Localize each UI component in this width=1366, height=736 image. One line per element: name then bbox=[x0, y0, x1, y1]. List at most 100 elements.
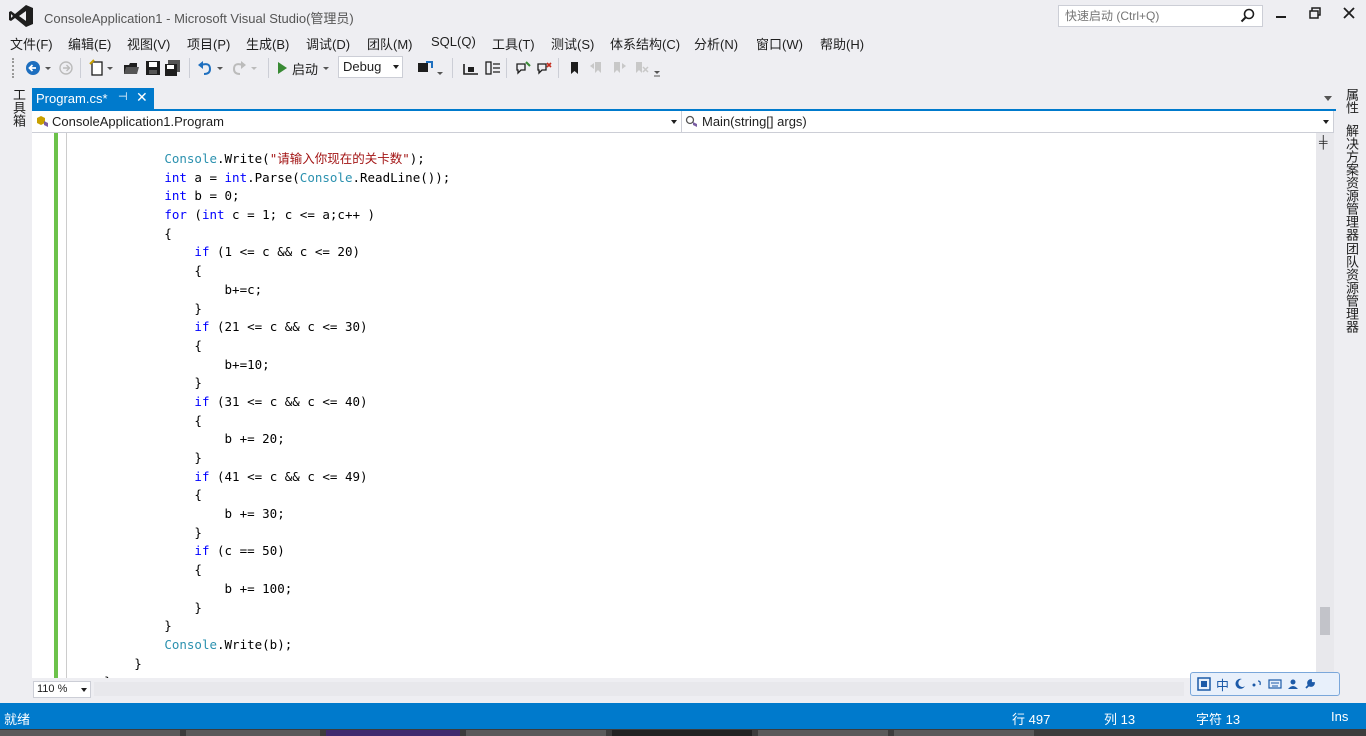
chevron-down-icon[interactable] bbox=[436, 58, 444, 78]
toolbar-overflow-icon[interactable] bbox=[652, 58, 662, 78]
zoom-select[interactable]: 110 % bbox=[33, 681, 91, 698]
code-line[interactable]: for (int c = 1; c <= a;c++ ) bbox=[74, 206, 450, 225]
code-line[interactable]: } bbox=[74, 599, 450, 618]
code-line[interactable]: } bbox=[74, 449, 450, 468]
taskbar-item[interactable] bbox=[758, 730, 888, 736]
code-line[interactable]: } bbox=[74, 617, 450, 636]
code-line[interactable]: if (c == 50) bbox=[74, 542, 450, 561]
menu-help[interactable]: 帮助(H) bbox=[820, 34, 864, 53]
quick-launch[interactable] bbox=[1058, 5, 1263, 27]
tab-label: Program.cs* bbox=[36, 91, 108, 106]
visual-studio-logo-icon bbox=[9, 5, 33, 27]
vertical-scrollbar[interactable]: ╪ bbox=[1316, 133, 1334, 678]
outlining-margin[interactable] bbox=[66, 133, 67, 678]
previous-bookmark-icon[interactable] bbox=[588, 58, 606, 78]
code-line[interactable]: if (1 <= c && c <= 20) bbox=[74, 243, 450, 262]
tab-program-cs[interactable]: Program.cs* ⊣ ✕ bbox=[32, 88, 154, 109]
code-line[interactable]: } bbox=[74, 655, 450, 674]
ime-toolbar[interactable]: 中 bbox=[1190, 672, 1340, 696]
restore-button[interactable] bbox=[1302, 6, 1328, 26]
code-editor[interactable]: Console.Write("请输入你现在的关卡数"); int a = int… bbox=[32, 133, 1316, 678]
find-in-files-icon[interactable] bbox=[462, 58, 480, 78]
bookmark-icon[interactable] bbox=[566, 58, 584, 78]
chevron-down-icon[interactable] bbox=[1324, 96, 1332, 101]
debug-toolbar-tail bbox=[0, 54, 1366, 82]
code-line[interactable]: b+=c; bbox=[74, 281, 450, 300]
taskbar-item[interactable] bbox=[894, 730, 1034, 736]
close-window-button[interactable] bbox=[1336, 6, 1362, 26]
keyboard-icon[interactable] bbox=[1268, 678, 1282, 690]
user-icon[interactable] bbox=[1287, 678, 1299, 690]
menu-project[interactable]: 项目(P) bbox=[187, 34, 230, 53]
code-line[interactable]: { bbox=[74, 262, 450, 281]
wrench-icon[interactable] bbox=[1304, 678, 1316, 690]
ime-logo-icon[interactable] bbox=[1197, 677, 1211, 691]
code-line[interactable]: Console.Write(b); bbox=[74, 636, 450, 655]
solution-explorer-tab[interactable]: 解决方案资源管理器 bbox=[1342, 124, 1361, 241]
taskbar-item[interactable] bbox=[612, 730, 752, 736]
code-line[interactable]: } bbox=[74, 300, 450, 319]
menu-sql[interactable]: SQL(Q) bbox=[431, 34, 476, 49]
toolbox-tab[interactable]: 工具箱 bbox=[9, 88, 28, 127]
code-line[interactable]: } bbox=[74, 524, 450, 543]
close-icon[interactable]: ✕ bbox=[136, 89, 148, 106]
change-tracking-margin bbox=[54, 133, 58, 678]
menu-test[interactable]: 测试(S) bbox=[551, 34, 594, 53]
code-line[interactable]: { bbox=[74, 486, 450, 505]
menu-view[interactable]: 视图(V) bbox=[127, 34, 170, 53]
menu-edit[interactable]: 编辑(E) bbox=[68, 34, 111, 53]
code-line[interactable]: } bbox=[74, 374, 450, 393]
menu-analyze[interactable]: 分析(N) bbox=[694, 34, 738, 53]
comment-icon[interactable] bbox=[514, 58, 532, 78]
code-line[interactable]: { bbox=[74, 225, 450, 244]
menu-window[interactable]: 窗口(W) bbox=[756, 34, 803, 53]
punctuation-icon[interactable] bbox=[1251, 678, 1263, 690]
code-line[interactable]: b += 20; bbox=[74, 430, 450, 449]
members-dropdown[interactable]: Main(string[] args) bbox=[682, 111, 1334, 132]
next-bookmark-icon[interactable] bbox=[610, 58, 628, 78]
menu-tools[interactable]: 工具(T) bbox=[492, 34, 535, 53]
minimize-button[interactable] bbox=[1268, 6, 1294, 26]
ime-mode-chinese[interactable]: 中 bbox=[1216, 675, 1229, 694]
code-line[interactable]: { bbox=[74, 412, 450, 431]
taskbar-item[interactable] bbox=[186, 730, 320, 736]
taskbar-item[interactable] bbox=[466, 730, 606, 736]
code-line[interactable]: int b = 0; bbox=[74, 187, 450, 206]
menu-build[interactable]: 生成(B) bbox=[246, 34, 289, 53]
code-line[interactable]: b += 100; bbox=[74, 580, 450, 599]
code-line[interactable]: Console.Write("请输入你现在的关卡数"); bbox=[74, 150, 450, 169]
scroll-thumb[interactable] bbox=[1320, 607, 1330, 635]
code-line[interactable]: b += 30; bbox=[74, 505, 450, 524]
menu-architecture[interactable]: 体系结构(C) bbox=[610, 34, 680, 53]
attach-process-icon[interactable] bbox=[416, 58, 434, 78]
types-dropdown[interactable]: ConsoleApplication1.Program bbox=[32, 111, 682, 132]
code-line[interactable]: { bbox=[74, 561, 450, 580]
taskbar-item[interactable] bbox=[0, 730, 180, 736]
document-tab-strip: Program.cs* ⊣ ✕ bbox=[32, 88, 1336, 111]
menu-file[interactable]: 文件(F) bbox=[10, 34, 53, 53]
split-window-icon[interactable]: ╪ bbox=[1319, 135, 1328, 149]
half-width-moon-icon[interactable] bbox=[1234, 678, 1246, 690]
clear-bookmarks-icon[interactable] bbox=[632, 58, 650, 78]
code-line[interactable]: if (21 <= c && c <= 30) bbox=[74, 318, 450, 337]
code-line[interactable]: int a = int.Parse(Console.ReadLine()); bbox=[74, 169, 450, 188]
code-line[interactable]: if (41 <= c && c <= 49) bbox=[74, 468, 450, 487]
quick-launch-input[interactable] bbox=[1059, 6, 1229, 26]
horizontal-scrollbar[interactable] bbox=[94, 682, 1184, 696]
search-icon[interactable] bbox=[1240, 8, 1256, 24]
menu-debug[interactable]: 调试(D) bbox=[306, 34, 350, 53]
team-explorer-tab[interactable]: 团队资源管理器 bbox=[1342, 242, 1361, 333]
code-text[interactable]: Console.Write("请输入你现在的关卡数"); int a = int… bbox=[74, 150, 450, 678]
taskbar-item[interactable] bbox=[326, 730, 460, 736]
editor-bottom-bar: 110 % bbox=[32, 678, 1334, 700]
menu-team[interactable]: 团队(M) bbox=[367, 34, 413, 53]
code-line[interactable]: b+=10; bbox=[74, 356, 450, 375]
class-view-icon[interactable] bbox=[484, 58, 502, 78]
status-char: 字符 13 bbox=[1196, 712, 1241, 727]
code-line[interactable]: if (31 <= c && c <= 40) bbox=[74, 393, 450, 412]
code-line[interactable]: { bbox=[74, 337, 450, 356]
properties-tab[interactable]: 属性 bbox=[1342, 88, 1361, 114]
status-insert-mode: Ins bbox=[1331, 709, 1349, 724]
pin-icon[interactable]: ⊣ bbox=[118, 90, 128, 103]
uncomment-icon[interactable] bbox=[535, 58, 553, 78]
